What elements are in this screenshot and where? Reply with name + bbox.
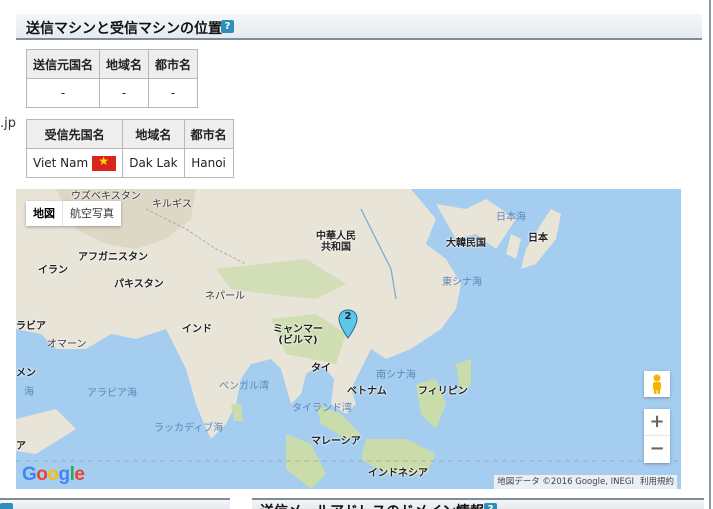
map-label-east-china-sea: 東シナ海 <box>442 277 482 288</box>
map-label-myanmar: ミャンマー (ビルマ) <box>273 324 323 346</box>
map-label-philippines: フィリピン <box>418 386 468 397</box>
section-title: 送信マシンと受信マシンの位置 <box>26 21 222 37</box>
attribution-text: 地図データ ©2016 Google, INEGI <box>497 477 634 487</box>
header-country: 受信先国名 <box>25 119 124 149</box>
map-label-pakistan: パキスタン <box>114 279 164 290</box>
map-label-gulf-of-thailand: タイランド湾 <box>292 403 352 414</box>
google-logo: Google <box>22 464 85 485</box>
help-icon[interactable]: ? <box>221 20 234 33</box>
map-label-vietnam: ベトナム <box>347 386 387 397</box>
header-region: 地域名 <box>122 119 185 149</box>
cell-city: Hanoi <box>183 148 234 178</box>
cell-region: - <box>99 78 150 108</box>
map-label-korea: 大韓民国 <box>446 238 486 249</box>
map-label-edge: ア <box>16 441 26 452</box>
map-label-iran: イラン <box>38 265 68 276</box>
map-label-india: インド <box>182 324 212 335</box>
map-label-japan: 日本 <box>528 233 548 244</box>
cell-country: Viet Nam <box>25 148 124 178</box>
map-label-arabian-sea: アラビア海 <box>87 388 137 399</box>
header-region: 地域名 <box>99 49 150 79</box>
map-label-afghanistan: アフガニスタン <box>78 252 148 263</box>
help-icon[interactable]: ? <box>484 503 497 509</box>
table-header-row: 送信元国名 地域名 都市名 <box>25 49 199 79</box>
page: 送信マシンと受信マシンの位置 ? .jp 送信元国名 地域名 都市名 - - -… <box>0 0 713 509</box>
side-text: .jp <box>0 116 16 131</box>
map-label-uzbekistan: ウズベキスタン <box>71 191 141 202</box>
map-marker[interactable]: 2 <box>338 309 358 339</box>
vietnam-flag-icon <box>92 154 117 171</box>
map-label-arabia: ラビア <box>16 321 46 332</box>
header-country: 送信元国名 <box>25 49 101 79</box>
street-view-pegman-icon[interactable] <box>644 371 670 397</box>
bottom-left-header <box>0 498 230 509</box>
map-type-satellite-button[interactable]: 航空写真 <box>63 201 121 226</box>
map-label-south-china-sea: 南シナ海 <box>376 370 416 381</box>
map-label-yemen: メン <box>16 368 36 379</box>
help-icon[interactable] <box>0 503 13 509</box>
marker-count: 2 <box>344 311 352 322</box>
map-attribution: 地図データ ©2016 Google, INEGI 利用規約 <box>494 475 677 489</box>
map-label-sea-left: 海 <box>24 387 34 398</box>
cell-region: Dak Lak <box>122 148 185 178</box>
section-header: 送信マシンと受信マシンの位置 ? <box>16 14 702 40</box>
cell-city: - <box>148 78 199 108</box>
map-label-indonesia: インドネシア <box>368 468 428 479</box>
map-label-thailand: タイ <box>311 363 331 374</box>
map-label-malaysia: マレーシア <box>311 436 361 447</box>
map-label-oman: オマーン <box>47 339 87 350</box>
zoom-in-button[interactable]: + <box>644 409 670 436</box>
sender-table: 送信元国名 地域名 都市名 - - - <box>25 49 199 108</box>
table-header-row: 受信先国名 地域名 都市名 <box>25 119 234 149</box>
receiver-table: 受信先国名 地域名 都市名 Viet Nam Dak Lak Hanoi <box>25 119 234 178</box>
map-label-laccadive-sea: ラッカディブ海 <box>154 423 224 434</box>
cell-country: - <box>25 78 101 108</box>
map-type-control: 地図 航空写真 <box>26 201 121 226</box>
map-label-nepal: ネパール <box>205 291 245 302</box>
map-label-bay-of-bengal: ベンガル湾 <box>219 381 269 392</box>
map-label-china: 中華人民 共和国 <box>316 231 356 253</box>
header-city: 都市名 <box>148 49 199 79</box>
right-border <box>709 0 711 509</box>
table-row: - - - <box>25 78 199 108</box>
terms-link[interactable]: 利用規約 <box>640 475 674 489</box>
map-label-kyrgyzstan: キルギス <box>152 199 192 210</box>
map-type-map-button[interactable]: 地図 <box>26 201 63 226</box>
bottom-right-header: 送信メールアドレスのドメイン情報 ? <box>252 498 704 509</box>
domain-info-title: 送信メールアドレスのドメイン情報 <box>260 501 484 509</box>
header-city: 都市名 <box>183 119 234 149</box>
map[interactable]: 地図 航空写真 ウズベキスタン キルギス 中華人民 共和国 大韓民国 日本 日本… <box>16 189 681 489</box>
zoom-out-button[interactable]: − <box>644 436 670 463</box>
table-row: Viet Nam Dak Lak Hanoi <box>25 148 234 178</box>
country-name: Viet Nam <box>33 155 89 170</box>
map-label-japan-sea: 日本海 <box>496 212 526 223</box>
zoom-control: + − <box>644 409 670 463</box>
